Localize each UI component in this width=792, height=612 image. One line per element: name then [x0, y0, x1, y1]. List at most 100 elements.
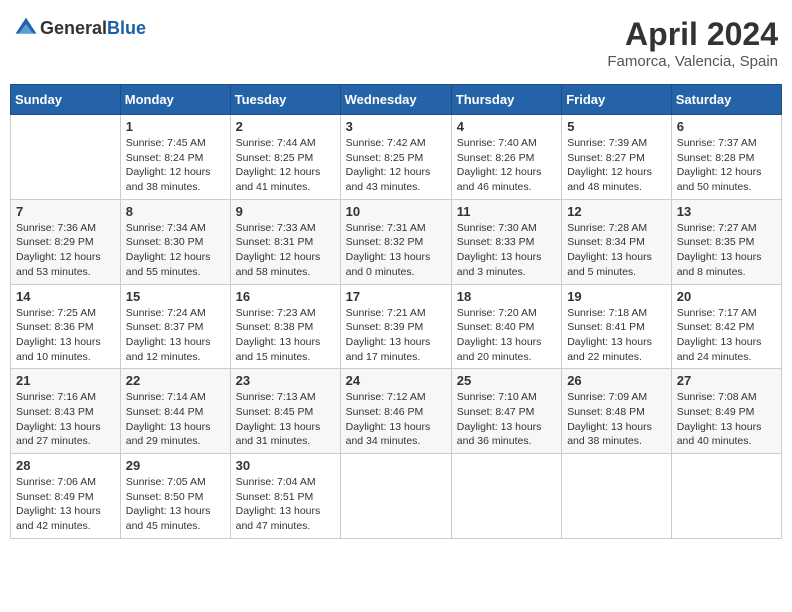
day-info: Sunrise: 7:20 AM Sunset: 8:40 PM Dayligh… — [457, 306, 556, 365]
calendar-cell: 10 Sunrise: 7:31 AM Sunset: 8:32 PM Dayli… — [340, 199, 451, 284]
day-number: 2 — [236, 119, 335, 134]
calendar-cell: 3Sunrise: 7:42 AM Sunset: 8:25 PM Daylig… — [340, 115, 451, 200]
day-info: Sunrise: 7:14 AM Sunset: 8:44 PM Dayligh… — [126, 390, 225, 449]
calendar-table: SundayMondayTuesdayWednesdayThursdayFrid… — [10, 84, 782, 539]
calendar-cell: 17Sunrise: 7:21 AM Sunset: 8:39 PM Dayli… — [340, 284, 451, 369]
day-info: Sunrise: 7:06 AM Sunset: 8:49 PM Dayligh… — [16, 475, 115, 534]
day-number: 30 — [236, 458, 335, 473]
header-wednesday: Wednesday — [340, 85, 451, 115]
page-header: GeneralBlue April 2024 Famorca, Valencia… — [10, 10, 782, 76]
logo-text: GeneralBlue — [40, 18, 146, 39]
day-info: Sunrise: 7:09 AM Sunset: 8:48 PM Dayligh… — [567, 390, 666, 449]
day-number: 8 — [126, 204, 225, 219]
day-info: Sunrise: 7:24 AM Sunset: 8:37 PM Dayligh… — [126, 306, 225, 365]
day-info: Sunrise: 7:31 AM Sunset: 8:32 PM Dayligh… — [346, 221, 446, 280]
day-info: Sunrise: 7:08 AM Sunset: 8:49 PM Dayligh… — [677, 390, 776, 449]
calendar-cell: 12 Sunrise: 7:28 AM Sunset: 8:34 PM Dayli… — [562, 199, 672, 284]
calendar-cell: 4 Sunrise: 7:40 AM Sunset: 8:26 PM Daylig… — [451, 115, 561, 200]
day-number: 13 — [677, 204, 776, 219]
day-info: Sunrise: 7:21 AM Sunset: 8:39 PM Dayligh… — [346, 306, 446, 365]
day-info: Sunrise: 7:17 AM Sunset: 8:42 PM Dayligh… — [677, 306, 776, 365]
day-info: Sunrise: 7:34 AM Sunset: 8:30 PM Dayligh… — [126, 221, 225, 280]
day-number: 20 — [677, 289, 776, 304]
day-info: Sunrise: 7:04 AM Sunset: 8:51 PM Dayligh… — [236, 475, 335, 534]
day-number: 19 — [567, 289, 666, 304]
header-sunday: Sunday — [11, 85, 121, 115]
logo: GeneralBlue — [14, 16, 146, 40]
day-number: 11 — [457, 204, 556, 219]
day-info: Sunrise: 7:05 AM Sunset: 8:50 PM Dayligh… — [126, 475, 225, 534]
day-number: 21 — [16, 373, 115, 388]
day-number: 15 — [126, 289, 225, 304]
day-number: 3 — [346, 119, 446, 134]
day-info: Sunrise: 7:27 AM Sunset: 8:35 PM Dayligh… — [677, 221, 776, 280]
calendar-cell: 22 Sunrise: 7:14 AM Sunset: 8:44 PM Dayli… — [120, 369, 230, 454]
day-number: 27 — [677, 373, 776, 388]
header-thursday: Thursday — [451, 85, 561, 115]
location-subtitle: Famorca, Valencia, Spain — [607, 53, 778, 70]
day-number: 22 — [126, 373, 225, 388]
day-number: 24 — [346, 373, 446, 388]
calendar-cell: 5Sunrise: 7:39 AM Sunset: 8:27 PM Daylig… — [562, 115, 672, 200]
day-number: 23 — [236, 373, 335, 388]
header-saturday: Saturday — [671, 85, 781, 115]
day-info: Sunrise: 7:16 AM Sunset: 8:43 PM Dayligh… — [16, 390, 115, 449]
day-info: Sunrise: 7:37 AM Sunset: 8:28 PM Dayligh… — [677, 136, 776, 195]
day-info: Sunrise: 7:18 AM Sunset: 8:41 PM Dayligh… — [567, 306, 666, 365]
week-row-5: 28 Sunrise: 7:06 AM Sunset: 8:49 PM Dayli… — [11, 454, 782, 539]
calendar-cell: 7Sunrise: 7:36 AM Sunset: 8:29 PM Daylig… — [11, 199, 121, 284]
logo-icon — [14, 16, 38, 40]
calendar-cell: 26 Sunrise: 7:09 AM Sunset: 8:48 PM Dayli… — [562, 369, 672, 454]
calendar-cell — [451, 454, 561, 539]
calendar-cell: 30 Sunrise: 7:04 AM Sunset: 8:51 PM Dayli… — [230, 454, 340, 539]
day-number: 18 — [457, 289, 556, 304]
calendar-cell: 28 Sunrise: 7:06 AM Sunset: 8:49 PM Dayli… — [11, 454, 121, 539]
calendar-cell: 24Sunrise: 7:12 AM Sunset: 8:46 PM Dayli… — [340, 369, 451, 454]
day-number: 6 — [677, 119, 776, 134]
header-friday: Friday — [562, 85, 672, 115]
calendar-cell: 15 Sunrise: 7:24 AM Sunset: 8:37 PM Dayli… — [120, 284, 230, 369]
calendar-cell: 29 Sunrise: 7:05 AM Sunset: 8:50 PM Dayli… — [120, 454, 230, 539]
calendar-cell — [11, 115, 121, 200]
day-number: 28 — [16, 458, 115, 473]
calendar-cell: 23 Sunrise: 7:13 AM Sunset: 8:45 PM Dayli… — [230, 369, 340, 454]
day-info: Sunrise: 7:30 AM Sunset: 8:33 PM Dayligh… — [457, 221, 556, 280]
calendar-cell: 25Sunrise: 7:10 AM Sunset: 8:47 PM Dayli… — [451, 369, 561, 454]
header-tuesday: Tuesday — [230, 85, 340, 115]
day-header-row: SundayMondayTuesdayWednesdayThursdayFrid… — [11, 85, 782, 115]
day-number: 26 — [567, 373, 666, 388]
calendar-cell: 14Sunrise: 7:25 AM Sunset: 8:36 PM Dayli… — [11, 284, 121, 369]
calendar-cell — [562, 454, 672, 539]
day-number: 25 — [457, 373, 556, 388]
calendar-cell: 21 Sunrise: 7:16 AM Sunset: 8:43 PM Dayli… — [11, 369, 121, 454]
day-number: 14 — [16, 289, 115, 304]
calendar-cell — [340, 454, 451, 539]
day-number: 16 — [236, 289, 335, 304]
logo-general: General — [40, 18, 107, 38]
calendar-cell: 20 Sunrise: 7:17 AM Sunset: 8:42 PM Dayli… — [671, 284, 781, 369]
calendar-title: April 2024 — [607, 16, 778, 53]
day-number: 9 — [236, 204, 335, 219]
logo-blue: Blue — [107, 18, 146, 38]
day-number: 7 — [16, 204, 115, 219]
calendar-cell: 11 Sunrise: 7:30 AM Sunset: 8:33 PM Dayli… — [451, 199, 561, 284]
day-info: Sunrise: 7:40 AM Sunset: 8:26 PM Dayligh… — [457, 136, 556, 195]
title-area: April 2024 Famorca, Valencia, Spain — [607, 16, 778, 70]
calendar-cell: 13 Sunrise: 7:27 AM Sunset: 8:35 PM Dayli… — [671, 199, 781, 284]
day-info: Sunrise: 7:28 AM Sunset: 8:34 PM Dayligh… — [567, 221, 666, 280]
calendar-cell — [671, 454, 781, 539]
calendar-cell: 2 Sunrise: 7:44 AM Sunset: 8:25 PM Daylig… — [230, 115, 340, 200]
day-info: Sunrise: 7:13 AM Sunset: 8:45 PM Dayligh… — [236, 390, 335, 449]
day-info: Sunrise: 7:44 AM Sunset: 8:25 PM Dayligh… — [236, 136, 335, 195]
day-number: 12 — [567, 204, 666, 219]
week-row-1: 1Sunrise: 7:45 AM Sunset: 8:24 PM Daylig… — [11, 115, 782, 200]
day-number: 29 — [126, 458, 225, 473]
day-number: 10 — [346, 204, 446, 219]
calendar-cell: 6 Sunrise: 7:37 AM Sunset: 8:28 PM Daylig… — [671, 115, 781, 200]
day-number: 4 — [457, 119, 556, 134]
day-info: Sunrise: 7:23 AM Sunset: 8:38 PM Dayligh… — [236, 306, 335, 365]
day-number: 1 — [126, 119, 225, 134]
week-row-4: 21 Sunrise: 7:16 AM Sunset: 8:43 PM Dayli… — [11, 369, 782, 454]
day-info: Sunrise: 7:33 AM Sunset: 8:31 PM Dayligh… — [236, 221, 335, 280]
calendar-cell: 19 Sunrise: 7:18 AM Sunset: 8:41 PM Dayli… — [562, 284, 672, 369]
